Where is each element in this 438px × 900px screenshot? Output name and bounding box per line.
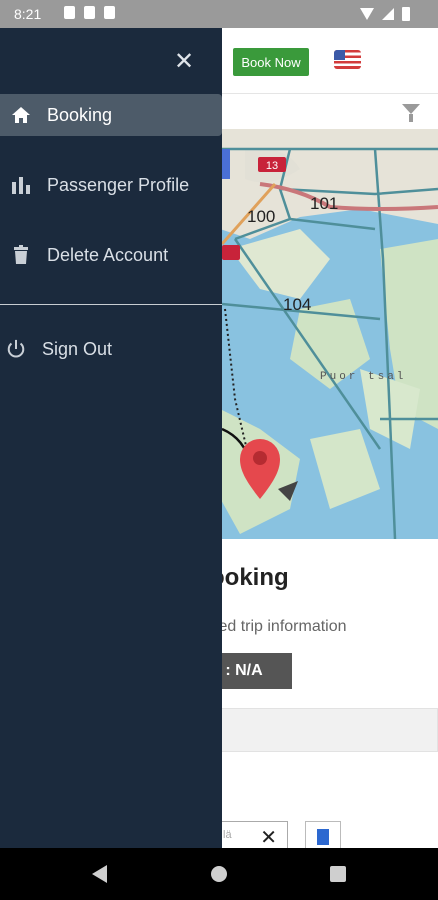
option-checkbox[interactable] bbox=[305, 821, 341, 851]
power-icon bbox=[6, 339, 26, 359]
map-zone-label: 101 bbox=[310, 194, 338, 213]
search-field[interactable] bbox=[190, 708, 438, 752]
close-icon[interactable]: ✕ bbox=[260, 825, 277, 850]
location-input-value: lä bbox=[223, 829, 232, 841]
drawer-item-sign-out[interactable]: Sign Out bbox=[0, 328, 222, 370]
drawer-item-label: Sign Out bbox=[42, 338, 113, 359]
wifi-icon bbox=[360, 8, 374, 20]
drawer-item-passenger-profile[interactable]: Passenger Profile bbox=[0, 164, 222, 206]
status-bar: 8:21 bbox=[0, 0, 438, 28]
navigation-drawer: ✕ Booking Passenger Profile Delete Accou… bbox=[0, 28, 222, 848]
trash-icon bbox=[11, 245, 31, 265]
map-label-road: 13 bbox=[266, 160, 278, 172]
system-nav-bar bbox=[0, 848, 438, 900]
close-icon[interactable]: ✕ bbox=[174, 48, 194, 76]
us-flag-icon[interactable] bbox=[334, 50, 361, 69]
back-icon[interactable] bbox=[92, 865, 107, 883]
signal-icon bbox=[382, 8, 394, 20]
book-now-button[interactable]: Book Now bbox=[233, 48, 309, 76]
sync-icon bbox=[104, 6, 115, 19]
sd-card-icon bbox=[84, 6, 95, 19]
drawer-item-delete-account[interactable]: Delete Account bbox=[0, 234, 222, 276]
recents-icon[interactable] bbox=[330, 866, 346, 882]
filter-icon[interactable] bbox=[402, 104, 420, 122]
section-subtitle: ted trip information bbox=[214, 618, 347, 635]
photo-icon bbox=[64, 6, 75, 19]
drawer-divider bbox=[0, 304, 222, 305]
map-place-label: Puor tsal bbox=[320, 371, 406, 383]
drawer-item-label: Booking bbox=[47, 104, 113, 125]
home-circle-icon[interactable] bbox=[211, 866, 227, 882]
bar-chart-icon bbox=[11, 175, 31, 195]
battery-icon bbox=[402, 7, 410, 21]
notification-icons bbox=[64, 6, 115, 19]
home-icon bbox=[11, 105, 31, 125]
status-time: 8:21 bbox=[14, 6, 42, 22]
system-icons bbox=[360, 7, 410, 21]
drawer-item-label: Delete Account bbox=[47, 244, 169, 265]
drawer-item-label: Passenger Profile bbox=[47, 174, 190, 195]
drawer-item-booking[interactable]: Booking bbox=[0, 94, 222, 136]
map-zone-label: 100 bbox=[247, 207, 275, 226]
map-zone-label: 104 bbox=[283, 295, 311, 314]
